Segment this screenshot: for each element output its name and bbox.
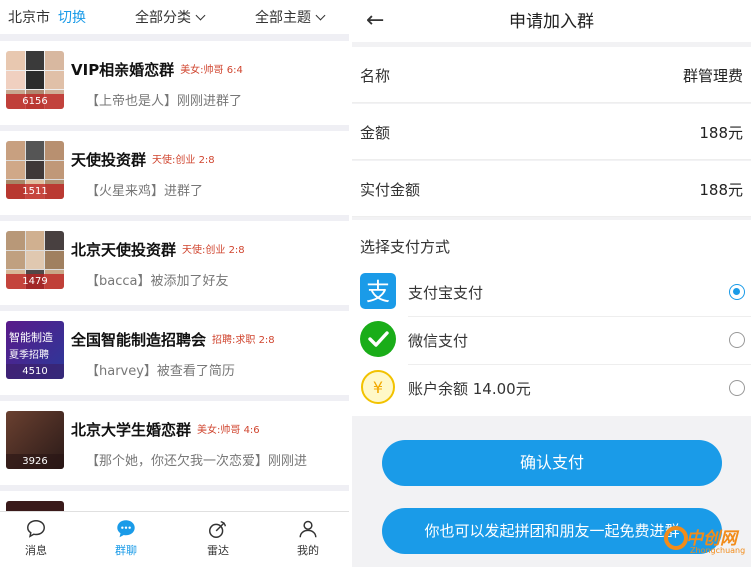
group-title: VIP相亲婚恋群 美女:帅哥 6:4 (71, 61, 243, 79)
alipay-icon: 支 (360, 273, 396, 309)
ratio-tag: 天使:创业 2:8 (152, 155, 215, 166)
page-title: 申请加入群 (509, 12, 594, 32)
row-value: 群管理费 (682, 67, 743, 85)
theme-label: 全部主题 (255, 10, 311, 26)
group-title: 北京天使投资群 天使:创业 2:8 (71, 241, 245, 259)
ratio-tag: 天使:创业 2:8 (182, 245, 245, 256)
info-row-paid-amount: 实付金额 188元 (352, 161, 751, 217)
wechat-pay-icon (360, 321, 396, 357)
member-count: 1511 (6, 184, 64, 199)
group-latest-message: 【bacca】被添加了好友 (86, 274, 229, 289)
info-row-amount: 金额 188元 (352, 104, 751, 160)
watermark-subtext: Zhongchuang (690, 546, 746, 555)
group-card[interactable]: 1511 天使投资群 天使:创业 2:8 【火星来鸡】进群了 (0, 131, 349, 215)
group-avatar: 6156 (6, 51, 64, 109)
group-title: 全国智能制造招聘会 招聘:求职 2:8 (71, 331, 275, 349)
radar-icon (209, 520, 227, 538)
payment-method-section: 选择支付方式 支 支付宝支付 微信支付 ¥ 账户余额 14.00元 (352, 220, 751, 416)
svg-text:支: 支 (366, 278, 390, 306)
cover-text: 智能制造 (9, 331, 53, 344)
chevron-down-icon (315, 10, 326, 21)
payment-option-label: 支付宝支付 (408, 284, 484, 302)
tab-label: 雷达 (207, 544, 229, 557)
tab-profile[interactable]: 我的 (278, 518, 338, 558)
payment-option-label: 账户余额 14.00元 (408, 380, 531, 398)
row-label: 实付金额 (360, 181, 421, 199)
chat-bubble-icon (27, 520, 45, 538)
person-icon (299, 520, 317, 538)
group-avatar: 1479 (6, 231, 64, 289)
balance-icon: ¥ (361, 370, 395, 404)
group-title: 天使投资群 天使:创业 2:8 (71, 151, 215, 169)
cover-subtext: 夏季招聘 (9, 350, 49, 361)
member-count: 1479 (6, 274, 64, 289)
tab-label: 消息 (25, 544, 47, 557)
radio-unselected[interactable] (729, 332, 745, 348)
row-value: 188元 (699, 124, 743, 142)
member-count: 4510 (6, 364, 64, 379)
tab-label: 群聊 (115, 544, 137, 557)
bottom-tab-bar: 消息 群聊 雷达 我的 (0, 511, 349, 567)
tab-messages[interactable]: 消息 (6, 518, 66, 558)
switch-city-link[interactable]: 切换 (58, 7, 86, 27)
group-card[interactable]: 6156 VIP相亲婚恋群 美女:帅哥 6:4 【上帝也是人】刚刚进群了 (0, 41, 349, 125)
ratio-tag: 美女:帅哥 4:6 (197, 425, 260, 436)
group-card[interactable]: 1479 北京天使投资群 天使:创业 2:8 【bacca】被添加了好友 (0, 221, 349, 305)
member-count: 3926 (6, 454, 64, 469)
category-label: 全部分类 (135, 10, 191, 26)
tab-radar[interactable]: 雷达 (188, 518, 248, 558)
payment-option-label: 微信支付 (408, 332, 469, 350)
radio-selected[interactable] (729, 284, 745, 300)
header-bar: ← 申请加入群 (352, 0, 751, 42)
watermark-logo: 中创网 Zhongchuang (660, 522, 748, 562)
info-row-name: 名称 群管理费 (352, 47, 751, 103)
group-avatar: 3926 (6, 411, 64, 469)
group-latest-message: 【那个她，你还欠我一次恋爱】刚刚进 (86, 454, 308, 469)
payment-option-balance[interactable]: ¥ 账户余额 14.00元 (352, 364, 751, 412)
group-chat-icon (117, 520, 135, 538)
ratio-tag: 美女:帅哥 6:4 (180, 65, 243, 76)
confirm-payment-button[interactable]: 确认支付 (382, 440, 722, 486)
group-latest-message: 【火星来鸡】进群了 (86, 184, 204, 199)
tab-group-chat[interactable]: 群聊 (96, 518, 156, 558)
group-latest-message: 【上帝也是人】刚刚进群了 (86, 94, 243, 109)
ratio-tag: 招聘:求职 2:8 (212, 335, 275, 346)
group-card[interactable]: 智能制造 夏季招聘 4510 全国智能制造招聘会 招聘:求职 2:8 【harve… (0, 311, 349, 395)
category-dropdown[interactable]: 全部分类 (135, 7, 206, 27)
tab-label: 我的 (297, 544, 319, 557)
group-list-screen: 北京市 切换 全部分类 全部主题 6156 VIP相亲婚恋群 美女:帅哥 6:4 … (0, 0, 349, 567)
join-group-payment-screen: ← 申请加入群 名称 群管理费 金额 188元 实付金额 188元 选择支付方式… (352, 0, 751, 567)
watermark-ring-icon (664, 526, 688, 550)
payment-section-title: 选择支付方式 (360, 238, 451, 256)
chevron-down-icon (195, 10, 206, 21)
group-latest-message: 【harvey】被查看了简历 (86, 364, 235, 379)
theme-dropdown[interactable]: 全部主题 (255, 7, 326, 27)
member-count: 6156 (6, 94, 64, 109)
row-value: 188元 (699, 181, 743, 199)
group-title: 北京大学生婚恋群 美女:帅哥 4:6 (71, 421, 260, 439)
row-label: 名称 (360, 67, 391, 85)
city-label: 北京市 (8, 10, 50, 26)
radio-unselected[interactable] (729, 380, 745, 396)
group-avatar: 智能制造 夏季招聘 4510 (6, 321, 64, 379)
payment-option-wechat[interactable]: 微信支付 (352, 316, 751, 364)
row-label: 金额 (360, 124, 391, 142)
svg-text:¥: ¥ (373, 378, 383, 397)
group-avatar: 1511 (6, 141, 64, 199)
filter-bar: 北京市 切换 全部分类 全部主题 (0, 0, 349, 34)
payment-option-alipay[interactable]: 支 支付宝支付 (352, 268, 751, 316)
group-card[interactable]: 3926 北京大学生婚恋群 美女:帅哥 4:6 【那个她，你还欠我一次恋爱】刚刚进 (0, 401, 349, 485)
